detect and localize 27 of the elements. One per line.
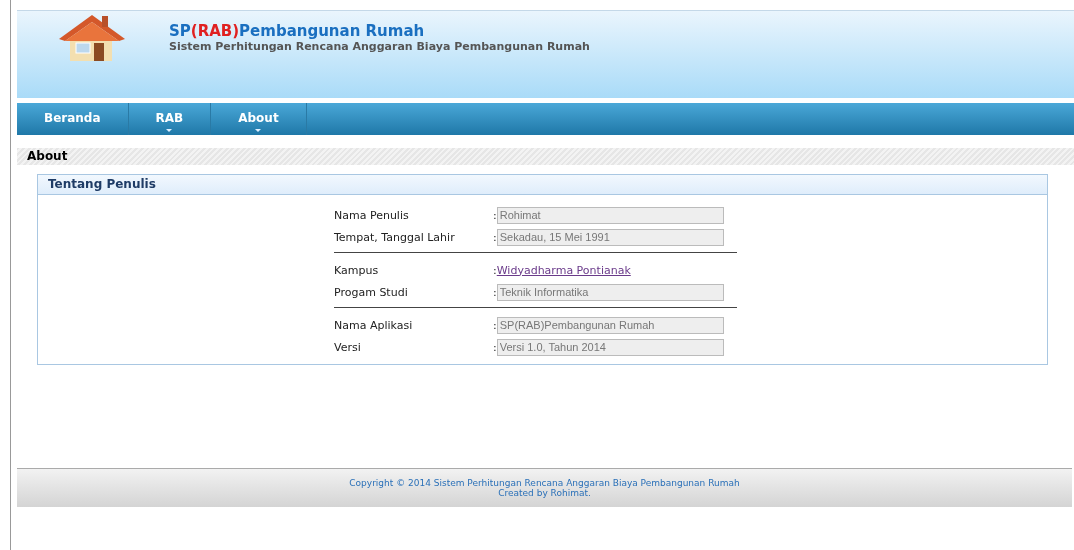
- app-title: SP(RAB)Pembangunan Rumah: [169, 23, 426, 40]
- app-subtitle: Sistem Perhitungan Rencana Anggaran Biaya Pembangunan Rumah: [169, 40, 590, 53]
- colon: :: [493, 230, 497, 244]
- colon: :: [493, 263, 497, 277]
- footer-text: Created by Rohimat.: [498, 488, 591, 498]
- footer-text: Copyright © 2014 Sistem Perhitungan Rencana Anggaran Biaya Pembangunan Rumah: [349, 478, 740, 488]
- nav-item[interactable]: About: [211, 103, 307, 135]
- input-field[interactable]: SP(RAB)Pembangunan Rumah: [496, 316, 724, 334]
- field-label: Versi: [334, 340, 362, 354]
- house-icon: [57, 13, 127, 63]
- nav-item[interactable]: Beranda: [17, 103, 129, 135]
- field-label: Tempat, Tanggal Lahir: [334, 230, 456, 244]
- field-label: Progam Studi: [334, 285, 409, 299]
- field-label: Kampus: [334, 263, 380, 277]
- page-heading: About: [17, 148, 1074, 165]
- colon: :: [493, 340, 497, 354]
- input-field[interactable]: Versi 1.0, Tahun 2014: [496, 338, 724, 356]
- panel-title: Tentang Penulis: [38, 175, 1047, 195]
- input-field[interactable]: Teknik Informatika: [496, 283, 724, 301]
- input-field[interactable]: Rohimat: [496, 206, 724, 224]
- input-field[interactable]: Sekadau, 15 Mei 1991: [496, 228, 724, 246]
- field-label: Nama Aplikasi: [334, 318, 414, 332]
- colon: :: [493, 208, 497, 222]
- nav-item[interactable]: RAB: [128, 103, 212, 135]
- colon: :: [493, 318, 497, 332]
- colon: :: [493, 285, 497, 299]
- field-label: Nama Penulis: [334, 208, 410, 222]
